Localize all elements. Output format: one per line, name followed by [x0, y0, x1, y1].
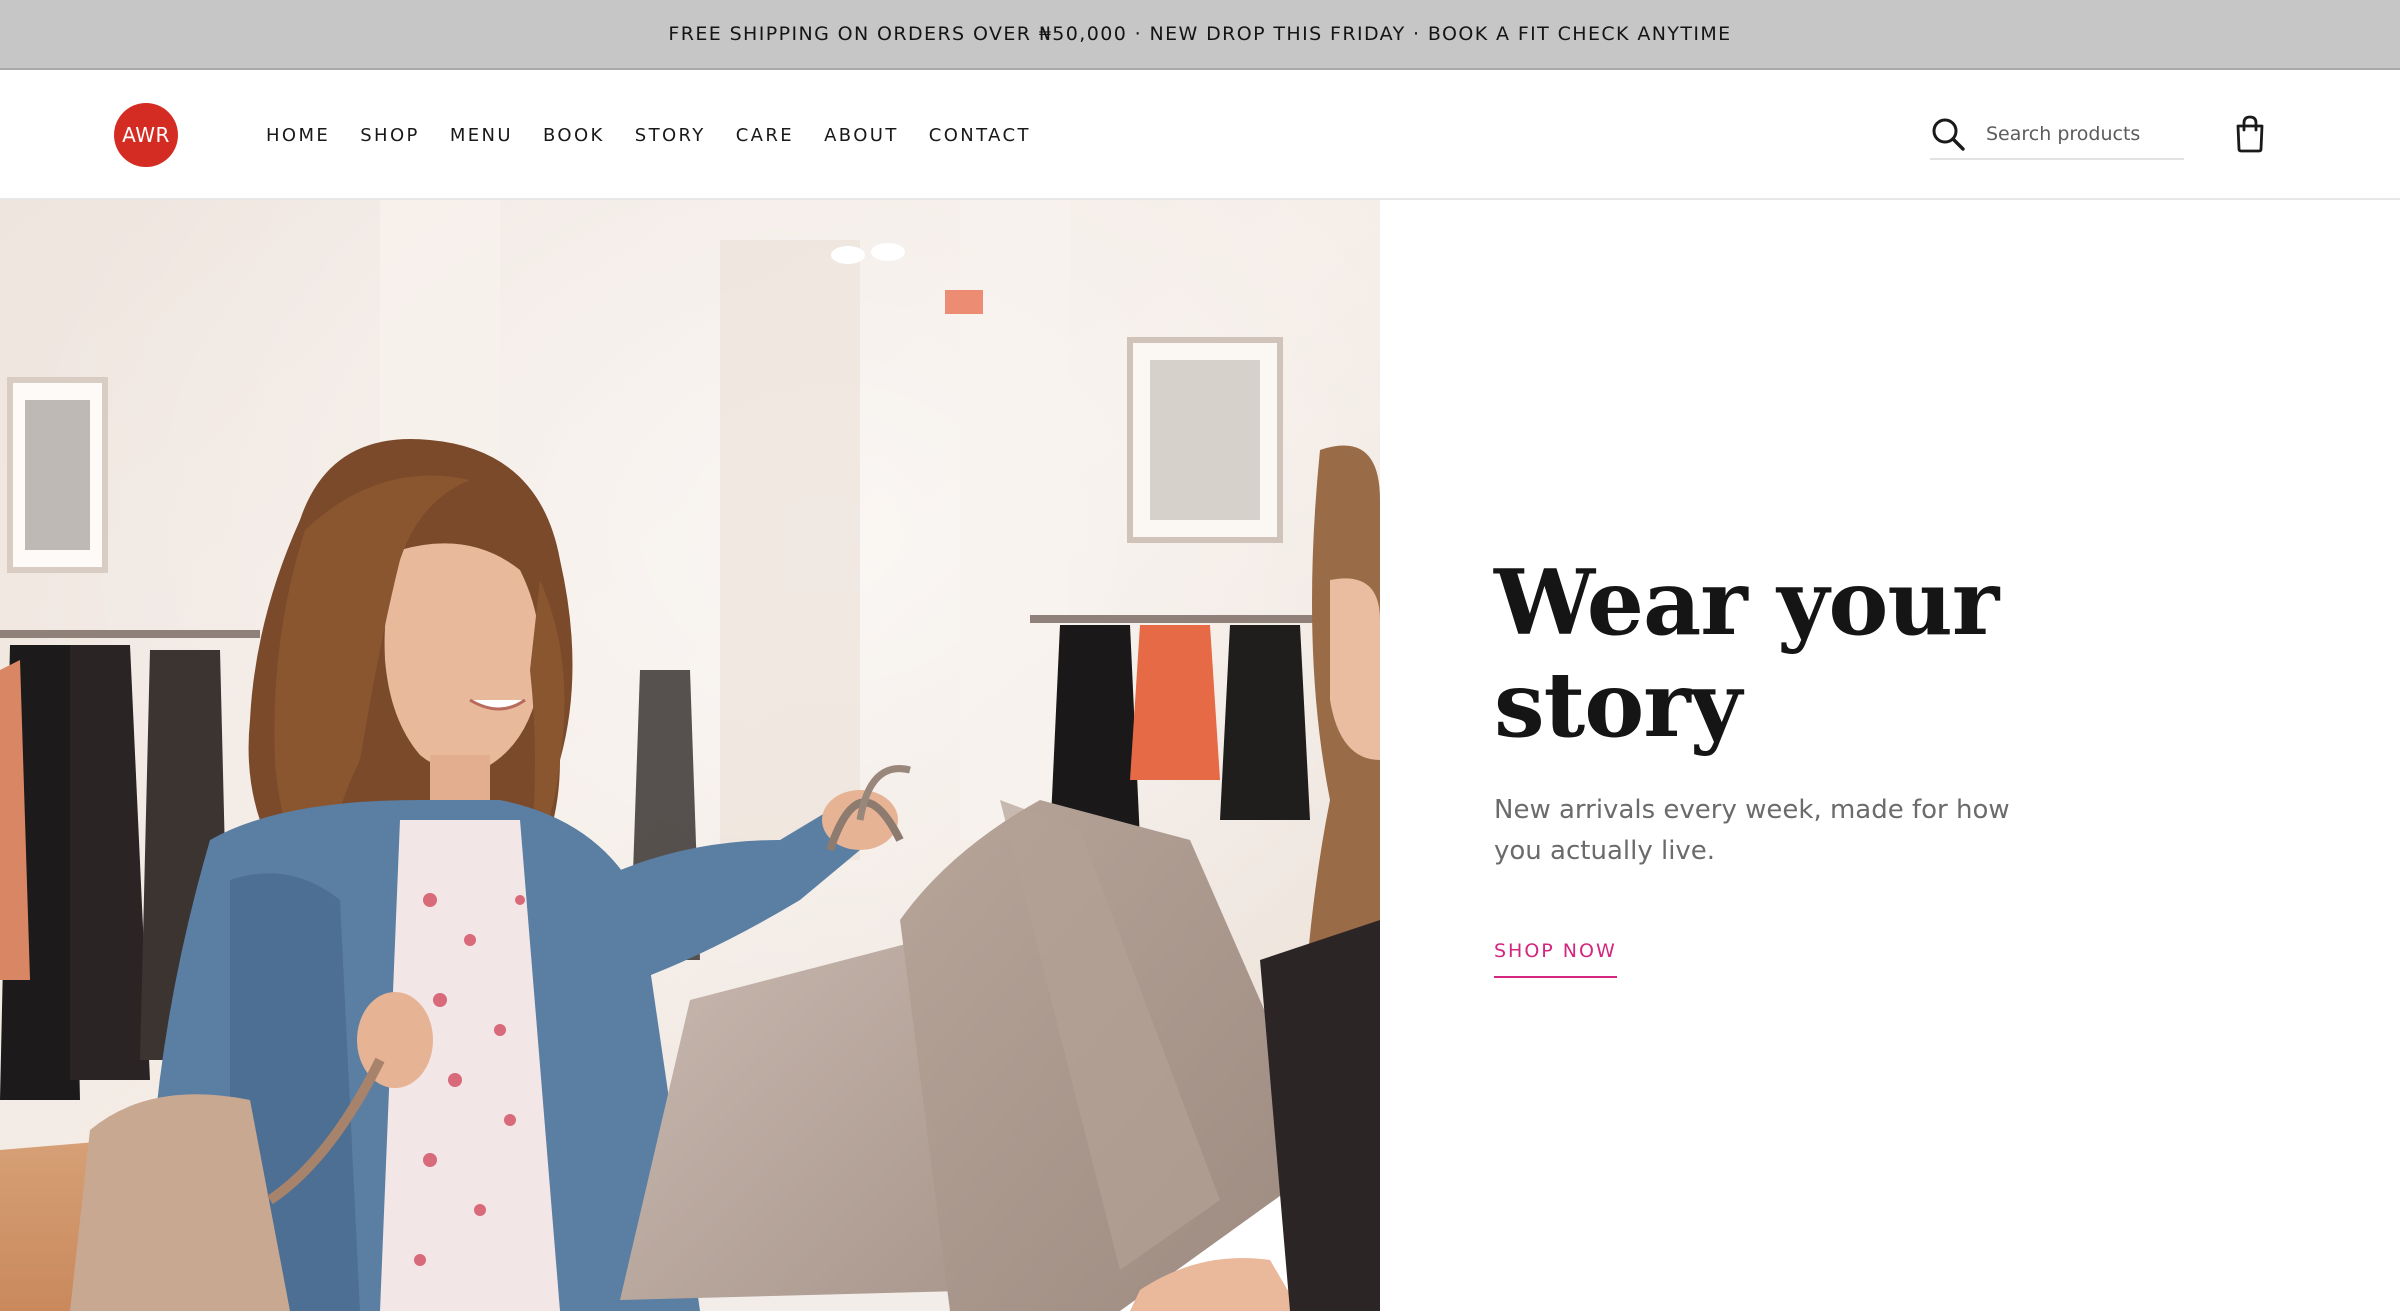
hero-copy: Wear your story New arrivals every week,…	[1494, 552, 2054, 978]
hero-title: Wear your story	[1494, 552, 2054, 756]
main-nav: HOME SHOP MENU BOOK STORY CARE ABOUT CON…	[266, 70, 1061, 200]
search-box	[1930, 110, 2184, 160]
hero-subtitle: New arrivals every week, made for how yo…	[1494, 795, 2010, 866]
brand-logo-text: AWR	[122, 123, 170, 147]
hero-image	[0, 200, 1380, 1311]
shop-now-button[interactable]: SHOP NOW	[1494, 940, 1617, 978]
nav-home[interactable]: HOME	[266, 125, 330, 146]
announcement-bar: FREE SHIPPING ON ORDERS OVER ₦50,000 · N…	[0, 0, 2400, 70]
announcement-text: FREE SHIPPING ON ORDERS OVER ₦50,000 · N…	[668, 23, 1732, 45]
shopping-bag-icon[interactable]	[2234, 114, 2266, 154]
nav-story[interactable]: STORY	[635, 125, 706, 146]
nav-book[interactable]: BOOK	[543, 125, 605, 146]
brand-logo[interactable]: AWR	[114, 103, 178, 167]
site-header: AWR HOME SHOP MENU BOOK STORY CARE ABOUT…	[0, 70, 2400, 200]
nav-about[interactable]: ABOUT	[824, 125, 899, 146]
nav-contact[interactable]: CONTACT	[929, 125, 1031, 146]
hero-title-line-2: story	[1494, 652, 1742, 758]
nav-care[interactable]: CARE	[736, 125, 794, 146]
hero-title-line-1: Wear your	[1494, 550, 1999, 656]
nav-menu[interactable]: MENU	[450, 125, 513, 146]
search-input[interactable]	[1986, 123, 2176, 145]
search-icon[interactable]	[1930, 116, 1966, 152]
nav-shop[interactable]: SHOP	[360, 125, 420, 146]
